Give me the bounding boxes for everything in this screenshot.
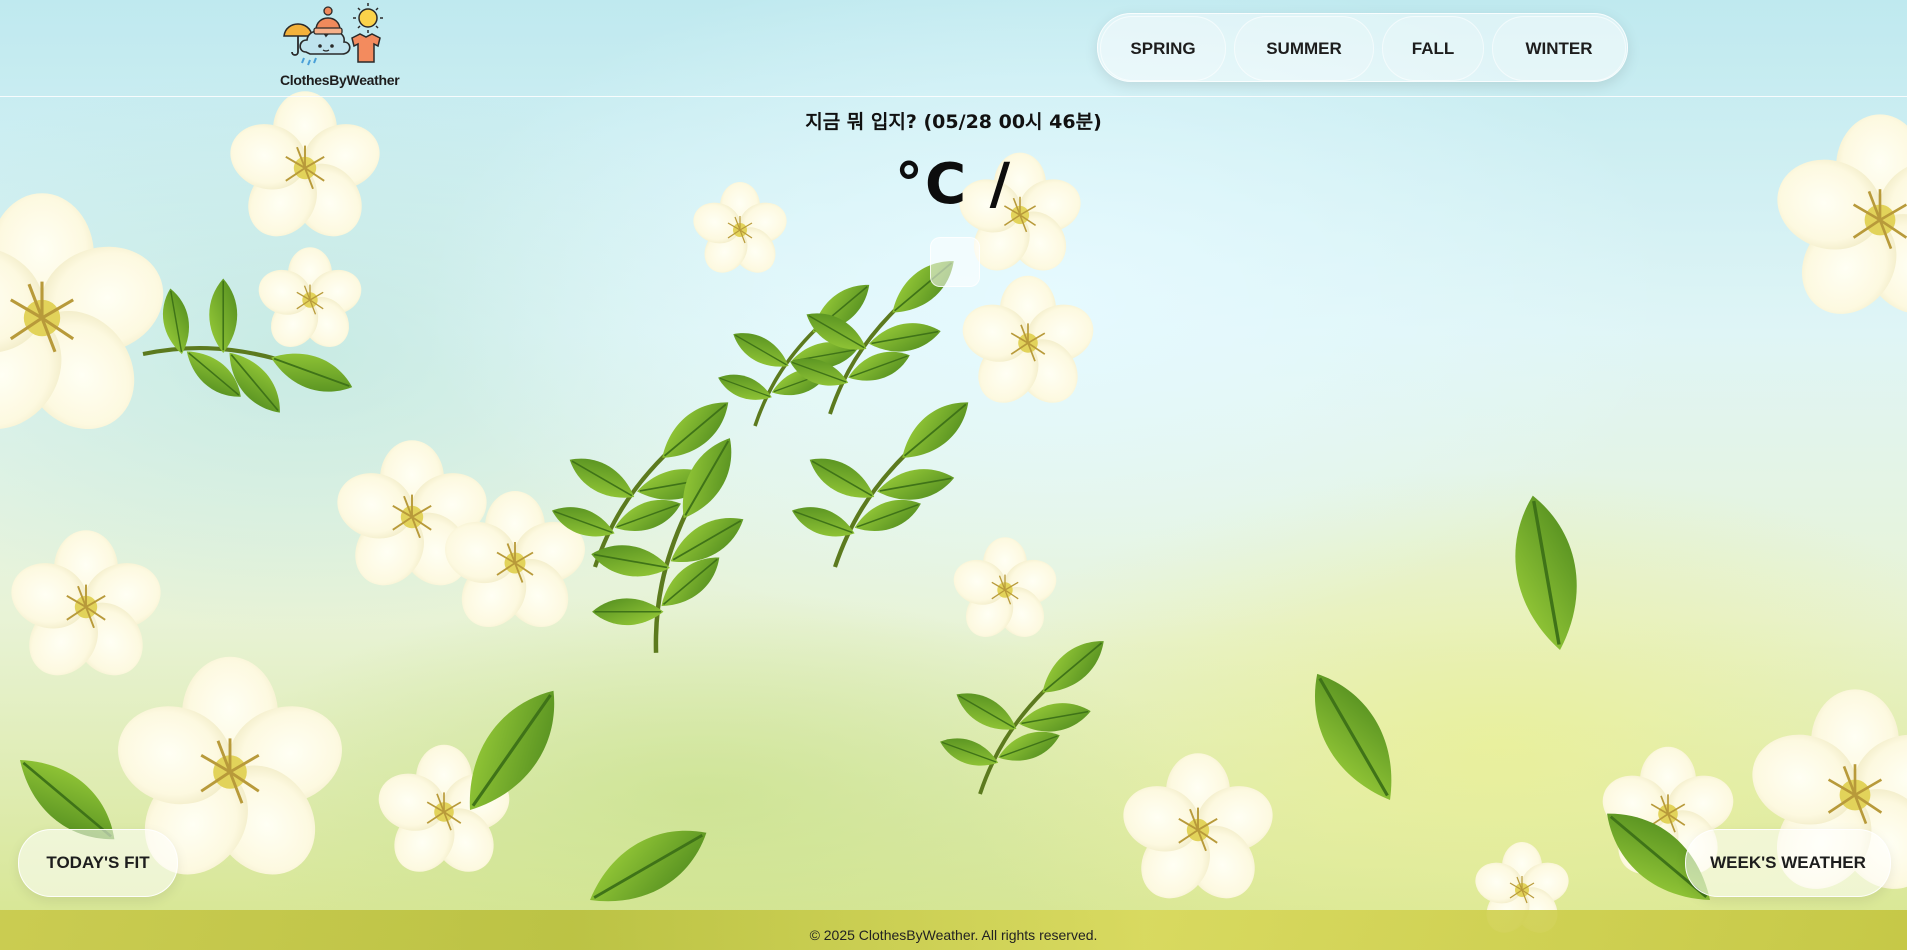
todays-fit-button[interactable]: TODAY'S FIT [18,829,178,897]
cloud-icon [299,30,351,66]
weeks-weather-button[interactable]: WEEK'S WEATHER [1685,829,1891,897]
weather-icon-placeholder [930,237,980,287]
spring-decoration [0,90,1907,942]
temperature-readout: °C / [894,152,1013,217]
nav-summer[interactable]: SUMMER [1234,16,1374,81]
footer-copyright: © 2025 ClothesByWeather. All rights rese… [809,927,1098,943]
page-title: 지금 뭐 입지? (05/28 00시 46분) [805,111,1102,133]
logo-illustration [283,3,383,66]
tshirt-icon [351,33,381,63]
season-nav: SPRING SUMMER FALL WINTER [1097,13,1628,82]
beanie-icon [313,6,343,35]
logo-text: ClothesByWeather [280,72,400,88]
header-divider [0,96,1907,97]
nav-fall[interactable]: FALL [1382,16,1484,81]
logo[interactable]: ClothesByWeather [280,2,400,90]
nav-winter[interactable]: WINTER [1492,16,1626,81]
nav-spring[interactable]: SPRING [1100,16,1226,81]
sun-icon [353,3,383,33]
